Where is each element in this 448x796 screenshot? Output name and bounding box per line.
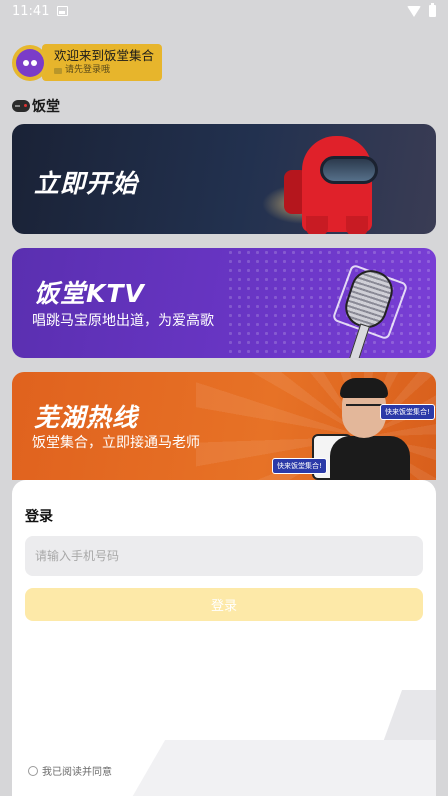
welcome-subtitle: 请先登录哦 <box>65 65 111 75</box>
login-sheet: 登录 登录 我已阅读并同意 <box>12 480 436 796</box>
banner-title: 芜湖热线 <box>34 403 139 432</box>
section-header: 饭堂 <box>12 96 60 116</box>
crewmate-illustration <box>284 136 402 234</box>
login-title: 登录 <box>25 509 53 525</box>
agree-label: 我已阅读并同意 <box>42 767 112 778</box>
crewmate-leg-right <box>346 216 368 234</box>
welcome-box[interactable]: 欢迎来到饭堂集合 请先登录哦 <box>42 44 163 81</box>
avatar[interactable] <box>12 44 48 81</box>
banner-subtitle: 唱跳马宝原地出道，为爱高歌 <box>32 313 214 329</box>
welcome-card[interactable]: 欢迎来到饭堂集合 请先登录哦 <box>12 44 163 81</box>
microphone-illustration <box>330 263 410 358</box>
login-button[interactable]: 登录 <box>25 588 423 621</box>
banner-subtitle: 饭堂集合，立即接通马老师 <box>32 435 200 451</box>
battery-icon <box>429 3 436 17</box>
microphone-stem <box>348 323 370 358</box>
status-bar: 11:41 <box>0 0 448 22</box>
banner-title: 饭堂KTV <box>34 279 145 308</box>
crewmate-visor <box>320 156 378 184</box>
agreement-row[interactable]: 我已阅读并同意 <box>28 763 112 778</box>
phone-input[interactable] <box>25 536 423 576</box>
avatar-character-icon <box>16 48 44 77</box>
banner-title: 立即开始 <box>34 169 139 198</box>
status-time: 11:41 <box>12 3 50 19</box>
banner-hotline[interactable]: 快来饭堂集合! 快来饭堂集合! 芜湖热线 饭堂集合，立即接通马老师 <box>12 372 436 480</box>
promo-tag: 快来饭堂集合! <box>272 458 327 474</box>
banner-start[interactable]: 立即开始 <box>12 124 436 234</box>
welcome-title: 欢迎来到饭堂集合 <box>54 48 155 63</box>
gamepad-icon <box>12 100 30 112</box>
sheet-decoration <box>118 740 436 796</box>
image-icon <box>57 6 69 16</box>
wifi-icon <box>407 5 421 17</box>
crewmate-leg-left <box>306 216 328 234</box>
login-hint-icon <box>54 67 62 74</box>
promo-tag: 快来饭堂集合! <box>380 404 435 420</box>
person-hair <box>340 378 388 398</box>
person-body <box>330 436 410 480</box>
agree-radio[interactable] <box>28 765 38 776</box>
banner-ktv[interactable]: 饭堂KTV 唱跳马宝原地出道，为爱高歌 <box>12 248 436 358</box>
welcome-subtitle-row: 请先登录哦 <box>54 64 154 77</box>
person-glasses <box>346 404 382 412</box>
section-title: 饭堂 <box>32 99 60 115</box>
person-illustration: 快来饭堂集合! 快来饭堂集合! <box>272 374 435 480</box>
